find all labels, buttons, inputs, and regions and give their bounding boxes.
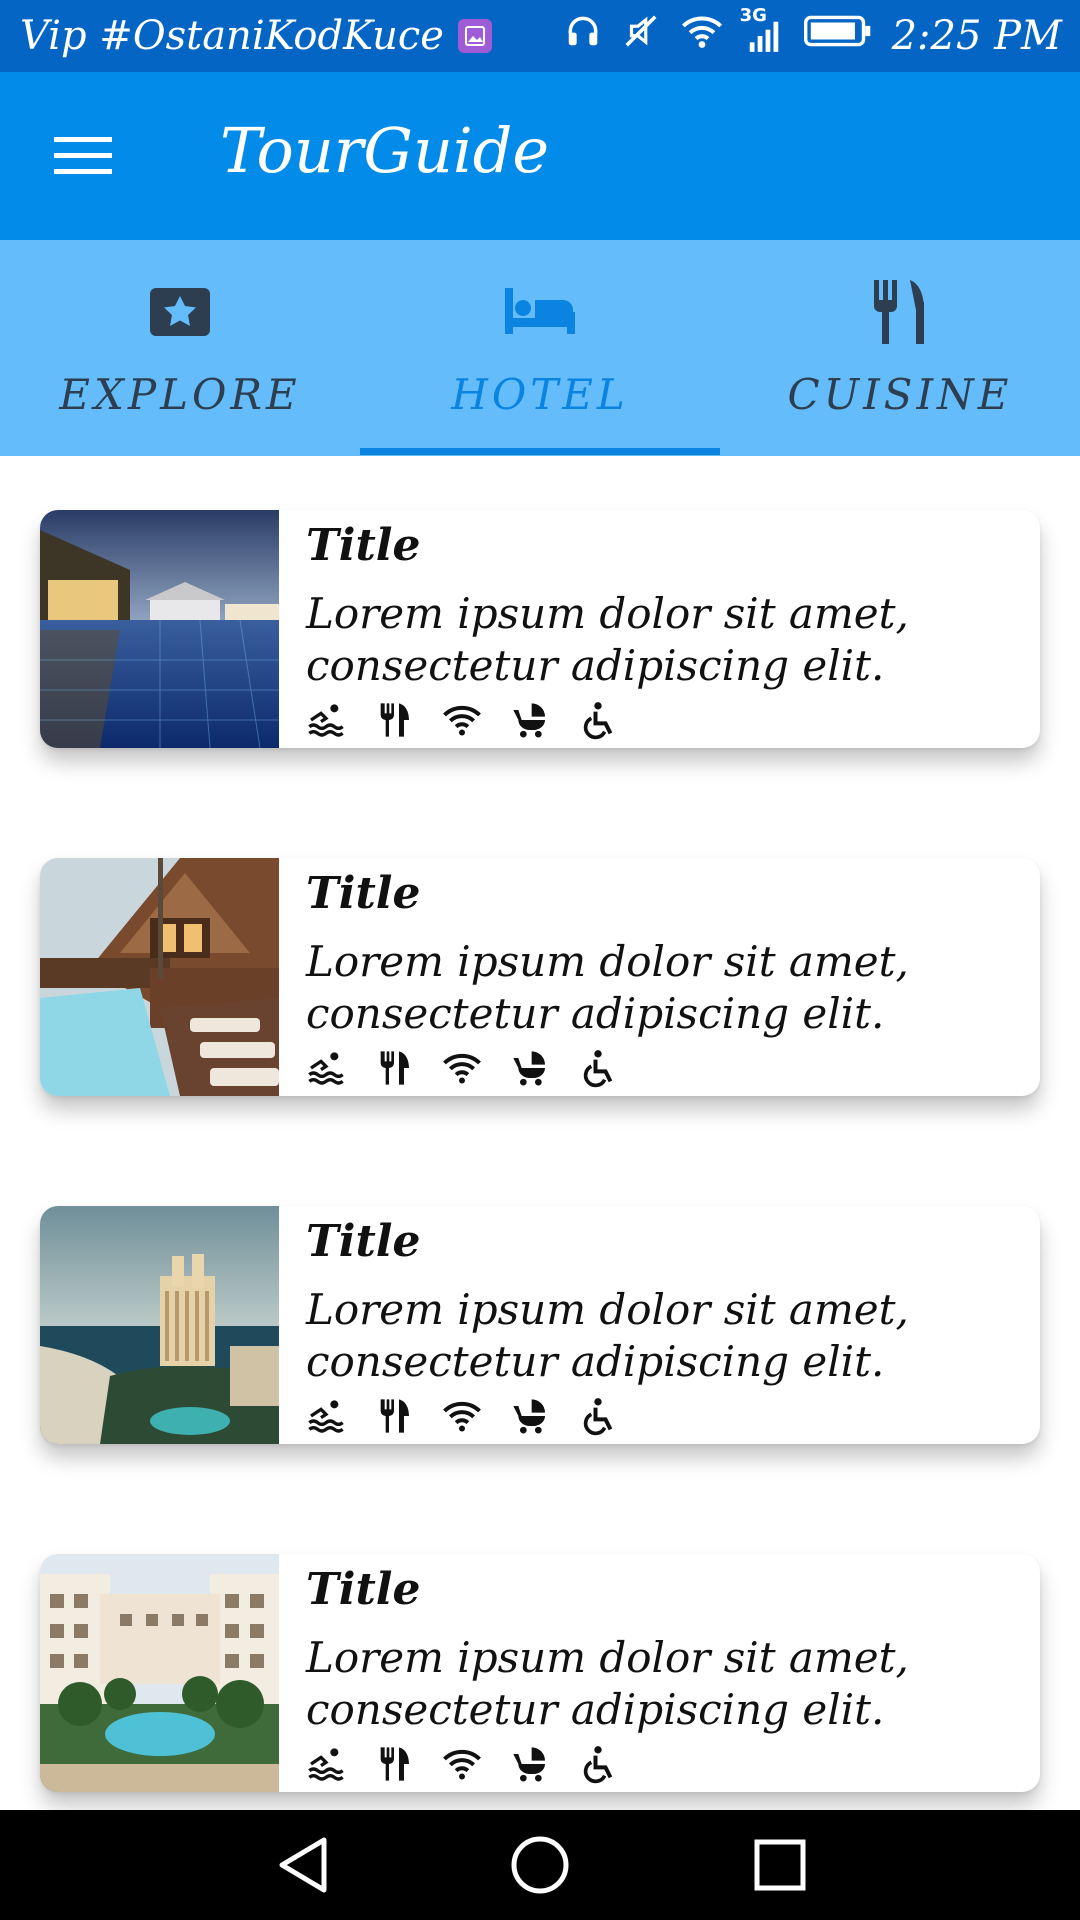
app-bar: TourGuide <box>0 72 1080 240</box>
tab-hotel[interactable]: HOTEL <box>360 240 720 456</box>
stroller-icon <box>510 1396 550 1436</box>
tab-bar: EXPLORE HOTEL CUISINE <box>0 240 1080 456</box>
restaurant-icon <box>374 1744 414 1784</box>
card-description: Lorem ipsum dolor sit amet, consectetur … <box>306 1633 909 1734</box>
star-badge-icon <box>0 276 360 348</box>
wheelchair-icon <box>578 1744 618 1784</box>
back-icon[interactable] <box>268 1835 338 1895</box>
amenity-row <box>306 1744 618 1784</box>
status-left: Vip #OstaniKodKuce <box>20 10 492 62</box>
tab-label: CUISINE <box>787 370 1013 419</box>
card-description: Lorem ipsum dolor sit amet, consectetur … <box>306 589 909 690</box>
wheelchair-icon <box>578 1048 618 1088</box>
stroller-icon <box>510 700 550 740</box>
pool-icon <box>306 700 346 740</box>
hotel-list[interactable]: Title Lorem ipsum dolor sit amet, consec… <box>0 456 1080 1810</box>
bed-icon <box>360 276 720 348</box>
tab-label: HOTEL <box>451 370 629 419</box>
system-nav-bar <box>0 1810 1080 1920</box>
hotel-image <box>40 1206 279 1444</box>
wifi-icon <box>442 700 482 740</box>
fork-knife-icon <box>720 276 1080 348</box>
card-title: Title <box>306 868 421 919</box>
restaurant-icon <box>374 1396 414 1436</box>
wifi-icon <box>442 1396 482 1436</box>
restaurant-icon <box>374 700 414 740</box>
battery-icon <box>803 13 872 59</box>
pool-icon <box>306 1048 346 1088</box>
stroller-icon <box>510 1744 550 1784</box>
card-description: Lorem ipsum dolor sit amet, consectetur … <box>306 937 909 1038</box>
hotel-image <box>40 510 279 748</box>
wifi-icon <box>442 1744 482 1784</box>
tab-label: EXPLORE <box>59 370 301 419</box>
active-tab-indicator <box>360 448 720 455</box>
wheelchair-icon <box>578 700 618 740</box>
wheelchair-icon <box>578 1396 618 1436</box>
hotel-image <box>40 858 279 1096</box>
recents-icon[interactable] <box>745 1835 815 1895</box>
hotel-card[interactable]: Title Lorem ipsum dolor sit amet, consec… <box>40 1206 1040 1444</box>
app-title: TourGuide <box>220 114 550 187</box>
wifi-icon <box>442 1048 482 1088</box>
card-description: Lorem ipsum dolor sit amet, consectetur … <box>306 1285 909 1386</box>
status-bar: Vip #OstaniKodKuce 3G 2:25 PM <box>0 0 1080 72</box>
hotel-card[interactable]: Title Lorem ipsum dolor sit amet, consec… <box>40 1554 1040 1792</box>
network-type: 3G <box>739 5 767 26</box>
pool-icon <box>306 1396 346 1436</box>
signal-icon: 3G <box>740 5 784 55</box>
clock: 2:25 PM <box>891 13 1062 59</box>
status-right: 3G 2:25 PM <box>564 5 1062 62</box>
tab-explore[interactable]: EXPLORE <box>0 240 360 456</box>
hotel-image <box>40 1554 279 1792</box>
carrier-name: Vip #OstaniKodKuce <box>20 13 444 59</box>
wifi-icon <box>680 12 724 60</box>
hamburger-menu-icon[interactable] <box>40 118 126 194</box>
headphones-icon <box>564 12 602 60</box>
pool-icon <box>306 1744 346 1784</box>
card-title: Title <box>306 520 421 571</box>
amenity-row <box>306 1396 618 1436</box>
amenity-row <box>306 700 618 740</box>
mute-icon <box>622 12 660 60</box>
hotel-card[interactable]: Title Lorem ipsum dolor sit amet, consec… <box>40 510 1040 748</box>
home-icon[interactable] <box>505 1835 575 1895</box>
restaurant-icon <box>374 1048 414 1088</box>
card-title: Title <box>306 1216 421 1267</box>
gallery-icon <box>457 19 492 53</box>
amenity-row <box>306 1048 618 1088</box>
stroller-icon <box>510 1048 550 1088</box>
hotel-card[interactable]: Title Lorem ipsum dolor sit amet, consec… <box>40 858 1040 1096</box>
card-title: Title <box>306 1564 421 1615</box>
tab-cuisine[interactable]: CUISINE <box>720 240 1080 456</box>
